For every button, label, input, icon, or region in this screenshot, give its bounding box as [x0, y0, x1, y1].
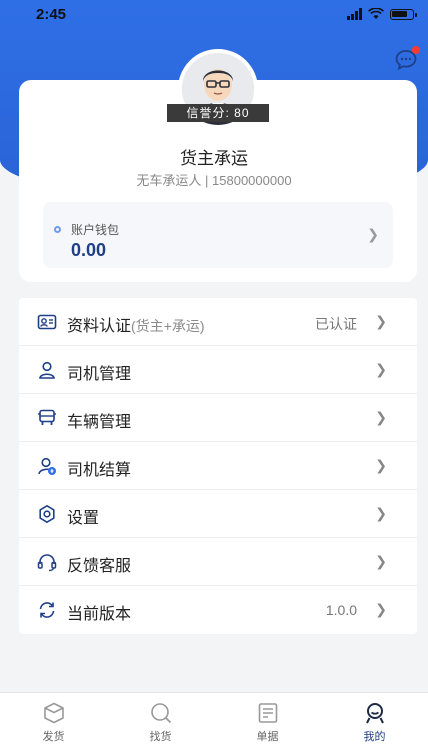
settlement-icon: [38, 457, 56, 475]
unread-dot: [412, 46, 420, 54]
credit-score-badge: 信誉分: 80: [167, 104, 269, 122]
status-time: 2:45: [36, 6, 67, 23]
chevron-right-icon: ❯: [375, 505, 387, 521]
chevron-right-icon: ❯: [375, 361, 387, 377]
wifi-icon: [368, 8, 384, 19]
chevron-right-icon: ❯: [375, 457, 387, 473]
menu-label: 设置: [67, 510, 100, 527]
menu-item-driver-settlement[interactable]: 司机结算 ❯: [19, 442, 417, 490]
chevron-right-icon: ❯: [375, 601, 387, 617]
tab-documents[interactable]: 单据: [214, 693, 321, 750]
menu-item-version[interactable]: 当前版本 1.0.0 ❯: [19, 586, 417, 634]
message-button[interactable]: [394, 46, 420, 72]
tab-ship[interactable]: 发货: [0, 693, 107, 750]
id-card-icon: [37, 314, 57, 330]
tab-find-goods[interactable]: 找货: [107, 693, 214, 750]
menu-label: 车辆管理: [67, 414, 132, 431]
menu-label: 反馈客服: [67, 558, 132, 575]
menu-sublabel: (货主+承运): [131, 318, 205, 334]
menu-item-verification[interactable]: 资料认证(货主+承运) 已认证 ❯: [19, 298, 417, 346]
refresh-icon: [39, 602, 55, 618]
menu-list: 资料认证(货主+承运) 已认证 ❯ 司机管理 ❯ 车辆管理 ❯ 司机结算 ❯ 设…: [19, 298, 417, 634]
signal-icon: [347, 8, 362, 20]
search-icon: [150, 703, 171, 724]
bottom-tab-bar: 发货 找货 单据 我的: [0, 692, 428, 750]
wallet-dot-icon: [54, 226, 61, 233]
chevron-right-icon: ❯: [375, 409, 387, 425]
account-subline: 无车承运人 | 15800000000: [136, 173, 292, 188]
wallet-amount: 0.00: [71, 240, 107, 260]
menu-label: 资料认证: [67, 318, 132, 335]
box-icon: [43, 702, 64, 724]
tab-label: 发货: [42, 731, 65, 743]
vehicle-icon: [38, 409, 56, 425]
gear-icon: [39, 505, 55, 523]
headset-icon: [37, 554, 57, 572]
menu-label: 当前版本: [67, 606, 132, 623]
wallet-card[interactable]: 账户钱包 0.00 ❯: [43, 202, 393, 268]
wallet-label: 账户钱包: [71, 223, 120, 237]
battery-icon: [390, 8, 417, 20]
chevron-right-icon: ❯: [375, 553, 387, 569]
menu-item-feedback[interactable]: 反馈客服 ❯: [19, 538, 417, 586]
document-icon: [258, 703, 277, 723]
menu-item-driver-management[interactable]: 司机管理 ❯: [19, 346, 417, 394]
company-name: 货主承运: [180, 149, 248, 168]
menu-item-settings[interactable]: 设置 ❯: [19, 490, 417, 538]
tab-label: 单据: [256, 731, 279, 743]
credit-score-label: 信誉分: 80: [186, 106, 250, 120]
status-icons: [347, 8, 417, 20]
driver-icon: [39, 361, 55, 379]
chevron-right-icon: ❯: [375, 313, 387, 329]
menu-label: 司机管理: [67, 366, 132, 383]
chevron-right-icon: ❯: [367, 226, 379, 242]
version-number: 1.0.0: [325, 602, 357, 618]
verification-status: 已认证: [315, 316, 357, 332]
tab-label: 找货: [149, 731, 172, 743]
status-bar: 2:45: [0, 0, 428, 30]
menu-label: 司机结算: [67, 462, 132, 479]
tab-mine[interactable]: 我的: [321, 693, 428, 750]
user-icon: [365, 703, 384, 724]
tab-label: 我的: [363, 731, 386, 743]
menu-item-vehicle-management[interactable]: 车辆管理 ❯: [19, 394, 417, 442]
